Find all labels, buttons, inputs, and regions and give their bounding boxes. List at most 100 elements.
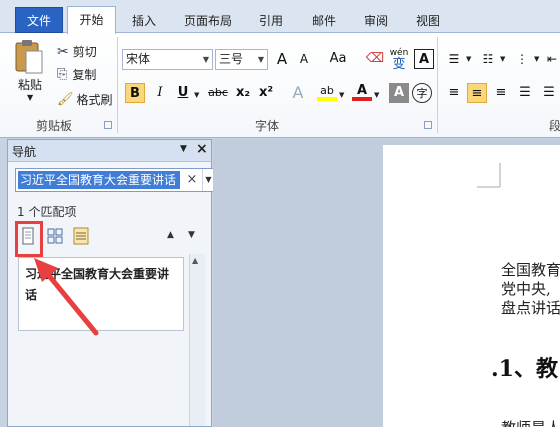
superscript-icon: x² — [258, 85, 274, 100]
font-launcher-icon[interactable] — [424, 121, 432, 129]
chevron-down-icon[interactable]: ▼ — [194, 91, 199, 99]
chevron-down-icon[interactable]: ▼ — [466, 55, 471, 63]
font-name-combo[interactable]: 宋体 ▼ — [122, 49, 213, 70]
paste-button[interactable] — [12, 39, 46, 77]
tab-pages-view[interactable] — [44, 224, 66, 248]
chevron-down-icon[interactable]: ▼ — [339, 91, 344, 99]
clear-format-button[interactable]: ⌫ — [365, 49, 385, 69]
font-group-label: 字体 — [255, 119, 280, 133]
nav-pane-title: 导航 — [12, 145, 37, 159]
highlight-icon: ab — [320, 84, 334, 97]
document-area: 全国教育 党中央, 盘点讲话 .1、教 教师是人 — [213, 139, 560, 427]
char-shading-icon: A — [393, 85, 405, 100]
format-painter-button[interactable]: 🖌 格式刷 — [57, 91, 113, 108]
navigation-pane: 导航 ▼ × 习近平全国教育大会重要讲话 × ▼ 1 个匹配项 ▲ ▼ 习近平全… — [7, 139, 215, 427]
next-result-icon[interactable]: ▼ — [188, 230, 195, 240]
bullets-button[interactable]: ☰ — [444, 49, 464, 69]
bullets-icon: ☰ — [448, 52, 460, 66]
phonetic-char: 变 — [392, 57, 406, 72]
underline-icon: U — [177, 85, 189, 100]
numbering-button[interactable]: ☷ — [478, 49, 498, 69]
align-center-button[interactable]: ≡ — [467, 83, 487, 103]
ribbon: 粘贴 ▼ ✂ 剪切 ⎘ 复制 🖌 格式刷 剪贴板 宋体 ▼ 三号 ▼ A A A… — [0, 33, 560, 138]
pane-options-icon[interactable]: ▼ — [180, 144, 187, 154]
tab-file[interactable]: 文件 — [15, 7, 63, 33]
doc-heading: .1、教 — [491, 356, 558, 382]
highlight-button[interactable]: ab — [317, 81, 337, 101]
align-right-button[interactable]: ≡ — [491, 83, 511, 103]
multilevel-list-button[interactable]: ⋮ — [512, 49, 532, 69]
watermark-url: jingyan.baidu.com — [447, 405, 531, 415]
nav-search-box[interactable]: 习近平全国教育大会重要讲话 × ▼ — [15, 168, 215, 192]
previous-result-icon[interactable]: ▲ — [167, 230, 174, 240]
nav-pane-header: 导航 ▼ × — [8, 140, 211, 162]
chevron-down-icon[interactable]: ▼ — [534, 55, 539, 63]
enclose-char-button[interactable]: 字 — [412, 83, 432, 103]
decrease-indent-button[interactable]: ⇤ — [542, 49, 560, 69]
copy-icon: ⎘ — [57, 67, 68, 82]
paste-label: 粘贴 — [18, 78, 43, 92]
chevron-down-icon[interactable]: ▼ — [500, 55, 505, 63]
char-border-button[interactable]: A — [414, 49, 434, 69]
doc-text-line: 全国教育 — [501, 261, 560, 279]
superscript-button[interactable]: x² — [256, 83, 276, 103]
thumbnails-view-icon — [47, 228, 63, 244]
font-size-combo[interactable]: 三号 ▼ — [215, 49, 268, 70]
copy-label: 复制 — [72, 68, 97, 82]
chevron-down-icon[interactable]: ▼ — [374, 91, 379, 99]
scroll-up-icon[interactable]: ▲ — [192, 256, 198, 265]
tab-mailings[interactable]: 邮件 — [308, 10, 340, 33]
tab-insert[interactable]: 插入 — [128, 10, 160, 33]
phonetic-guide-button[interactable]: wén 变 — [389, 47, 409, 71]
chevron-down-icon: ▼ — [202, 55, 209, 64]
tab-results-view[interactable] — [70, 224, 92, 248]
distribute-button[interactable]: ☰ — [539, 83, 559, 103]
search-result-item[interactable]: 习近平全国教育大会重要讲话 — [18, 257, 184, 331]
annotation-highlight-box — [15, 221, 43, 257]
paragraph-group-label: 段 — [549, 119, 560, 133]
tab-page-layout[interactable]: 页面布局 — [178, 10, 238, 33]
align-left-button[interactable]: ≡ — [444, 83, 464, 103]
format-painter-icon: 🖌 — [57, 92, 74, 107]
justify-icon: ☰ — [519, 85, 531, 100]
tab-references[interactable]: 引用 — [255, 10, 287, 33]
italic-button[interactable]: I — [150, 83, 170, 103]
strikethrough-button[interactable]: abc — [206, 83, 230, 103]
clear-search-icon[interactable]: × — [184, 172, 200, 190]
nav-scrollbar[interactable]: ▲ — [189, 254, 205, 426]
multilevel-list-icon: ⋮ — [516, 52, 528, 66]
clipboard-launcher-icon[interactable] — [104, 121, 112, 129]
char-shading-button[interactable]: A — [389, 83, 409, 103]
paste-dropdown-icon[interactable]: ▼ — [27, 93, 33, 102]
text-effects-icon: A — [292, 83, 304, 102]
underline-button[interactable]: U — [173, 83, 193, 103]
subscript-icon: x₂ — [235, 85, 251, 100]
tab-review[interactable]: 审阅 — [360, 10, 392, 33]
doc-text-line: 教师是人 — [501, 417, 560, 427]
close-icon[interactable]: × — [196, 141, 208, 157]
change-case-button[interactable]: Aa — [325, 49, 351, 69]
subscript-button[interactable]: x₂ — [233, 83, 253, 103]
shrink-font-button[interactable]: A — [294, 49, 314, 69]
text-effects-button[interactable]: A — [288, 83, 308, 103]
cut-button[interactable]: ✂ 剪切 — [57, 43, 97, 60]
search-input[interactable]: 习近平全国教育大会重要讲话 — [18, 171, 180, 189]
tab-view[interactable]: 视图 — [412, 10, 444, 33]
indent-icon: ⇤ — [546, 52, 558, 66]
bold-button[interactable]: B — [125, 83, 145, 103]
grow-font-button[interactable]: A — [272, 49, 292, 69]
group-divider — [117, 37, 118, 133]
eraser-icon: ⌫ — [365, 51, 385, 66]
align-left-icon: ≡ — [448, 85, 460, 100]
tab-home[interactable]: 开始 — [67, 6, 116, 34]
copy-button[interactable]: ⎘ 复制 — [57, 66, 96, 83]
font-color-icon: A — [356, 83, 368, 98]
distribute-icon: ☰ — [543, 85, 555, 100]
format-painter-label: 格式刷 — [76, 93, 113, 107]
group-divider — [437, 37, 438, 133]
justify-button[interactable]: ☰ — [515, 83, 535, 103]
italic-icon: I — [157, 85, 163, 100]
cut-label: 剪切 — [72, 45, 97, 59]
font-color-button[interactable]: A — [352, 81, 372, 101]
scissors-icon: ✂ — [57, 43, 69, 60]
